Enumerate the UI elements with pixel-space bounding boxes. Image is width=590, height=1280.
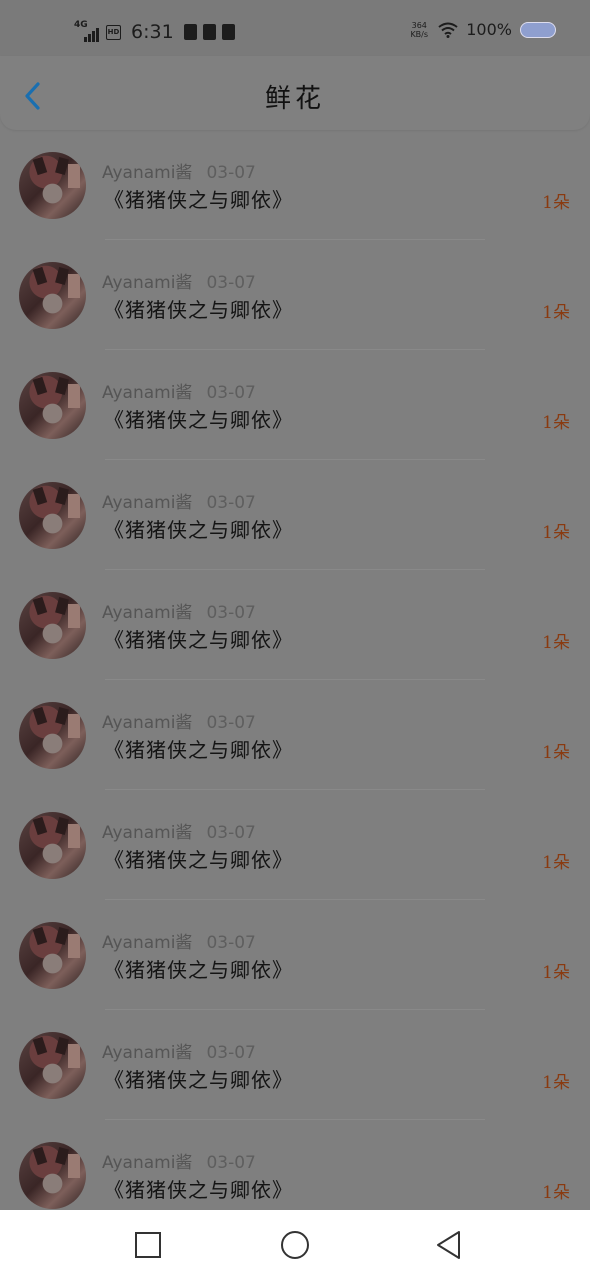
item-meta: Ayanami酱 03-07 (102, 598, 256, 623)
list-item[interactable]: Ayanami酱 03-07 《猪猪侠之与卿依》 1朵 (0, 350, 590, 460)
flower-count: 1朵 (542, 743, 570, 763)
username: Ayanami酱 (102, 383, 193, 403)
recent-apps-button[interactable] (133, 1230, 163, 1260)
list-item[interactable]: Ayanami酱 03-07 《猪猪侠之与卿依》 1朵 (0, 1010, 590, 1120)
item-date: 03-07 (206, 603, 256, 623)
list-item[interactable]: Ayanami酱 03-07 《猪猪侠之与卿依》 1朵 (0, 900, 590, 1010)
battery-percent: 100% (466, 20, 512, 39)
item-date: 03-07 (206, 163, 256, 183)
username: Ayanami酱 (102, 493, 193, 513)
username: Ayanami酱 (102, 603, 193, 623)
avatar[interactable] (19, 592, 86, 659)
flower-list: Ayanami酱 03-07 《猪猪侠之与卿依》 1朵 Ayanami酱 03-07 《猪猪… (0, 130, 590, 1230)
network-speed: 364 KB/s (408, 21, 430, 39)
avatar[interactable] (19, 262, 86, 329)
flower-count: 1朵 (542, 853, 570, 873)
book-title[interactable]: 《猪猪侠之与卿依》 (104, 514, 293, 543)
flower-count: 1朵 (542, 523, 570, 543)
book-title[interactable]: 《猪猪侠之与卿依》 (104, 1064, 293, 1093)
item-date: 03-07 (206, 383, 256, 403)
flower-count: 1朵 (542, 633, 570, 653)
circle-icon (281, 1231, 309, 1259)
square-icon (135, 1232, 161, 1258)
item-date: 03-07 (206, 493, 256, 513)
avatar[interactable] (19, 1142, 86, 1209)
item-meta: Ayanami酱 03-07 (102, 268, 256, 293)
item-date: 03-07 (206, 1153, 256, 1173)
flower-count: 1朵 (542, 193, 570, 213)
wifi-icon (438, 22, 458, 38)
book-title[interactable]: 《猪猪侠之与卿依》 (104, 954, 293, 983)
username: Ayanami酱 (102, 823, 193, 843)
list-item[interactable]: Ayanami酱 03-07 《猪猪侠之与卿依》 1朵 (0, 460, 590, 570)
avatar[interactable] (19, 702, 86, 769)
username: Ayanami酱 (102, 1043, 193, 1063)
flower-count: 1朵 (542, 413, 570, 433)
username: Ayanami酱 (102, 713, 193, 733)
list-item[interactable]: Ayanami酱 03-07 《猪猪侠之与卿依》 1朵 (0, 680, 590, 790)
item-meta: Ayanami酱 03-07 (102, 158, 256, 183)
database-icon (221, 24, 235, 40)
list-item[interactable]: Ayanami酱 03-07 《猪猪侠之与卿依》 1朵 (0, 570, 590, 680)
signal-icon: 4G (74, 20, 100, 42)
avatar[interactable] (19, 1032, 86, 1099)
item-date: 03-07 (206, 933, 256, 953)
home-button[interactable] (280, 1230, 310, 1260)
avatar[interactable] (19, 922, 86, 989)
triangle-back-icon (437, 1231, 460, 1259)
battery-icon (520, 21, 556, 38)
item-meta: Ayanami酱 03-07 (102, 708, 256, 733)
back-nav-button[interactable] (434, 1230, 464, 1260)
book-title[interactable]: 《猪猪侠之与卿依》 (104, 294, 293, 323)
page-title: 鲜花 (264, 84, 325, 114)
book-title[interactable]: 《猪猪侠之与卿依》 (104, 404, 293, 433)
avatar[interactable] (19, 372, 86, 439)
username: Ayanami酱 (102, 933, 193, 953)
book-title[interactable]: 《猪猪侠之与卿依》 (104, 844, 293, 873)
item-date: 03-07 (206, 713, 256, 733)
book-title[interactable]: 《猪猪侠之与卿依》 (104, 1174, 293, 1203)
avatar[interactable] (19, 152, 86, 219)
notification-icon (183, 24, 197, 40)
avatar[interactable] (19, 482, 86, 549)
item-date: 03-07 (206, 823, 256, 843)
item-meta: Ayanami酱 03-07 (102, 1038, 256, 1063)
flower-count: 1朵 (542, 1073, 570, 1093)
item-meta: Ayanami酱 03-07 (102, 378, 256, 403)
list-item[interactable]: Ayanami酱 03-07 《猪猪侠之与卿依》 1朵 (0, 240, 590, 350)
username: Ayanami酱 (102, 273, 193, 293)
speed-value: 364 (411, 20, 427, 30)
item-meta: Ayanami酱 03-07 (102, 818, 256, 843)
item-date: 03-07 (206, 1043, 256, 1063)
book-title[interactable]: 《猪猪侠之与卿依》 (104, 184, 293, 213)
network-label: 4G (74, 20, 88, 30)
book-title[interactable]: 《猪猪侠之与卿依》 (104, 734, 293, 763)
username: Ayanami酱 (102, 1153, 193, 1173)
speed-unit: KB/s (410, 29, 429, 39)
item-meta: Ayanami酱 03-07 (102, 928, 256, 953)
item-meta: Ayanami酱 03-07 (102, 488, 256, 513)
flower-count: 1朵 (542, 963, 570, 983)
avatar[interactable] (19, 812, 86, 879)
flower-count: 1朵 (542, 1183, 570, 1203)
list-item[interactable]: Ayanami酱 03-07 《猪猪侠之与卿依》 1朵 (0, 130, 590, 240)
top-bar: 鲜花 (0, 56, 590, 130)
hd-icon: HD (106, 24, 121, 40)
system-nav-bar (0, 1210, 590, 1280)
item-date: 03-07 (206, 273, 256, 293)
list-item[interactable]: Ayanami酱 03-07 《猪猪侠之与卿依》 1朵 (0, 790, 590, 900)
item-meta: Ayanami酱 03-07 (102, 1148, 256, 1173)
status-bar: 4G HD 6:31 364 KB/s 100% (0, 0, 590, 56)
flower-count: 1朵 (542, 303, 570, 323)
book-title[interactable]: 《猪猪侠之与卿依》 (104, 624, 293, 653)
status-right: 364 KB/s 100% (408, 20, 556, 39)
status-left: 4G HD 6:31 (74, 18, 235, 46)
clock: 6:31 (131, 21, 174, 43)
username: Ayanami酱 (102, 163, 193, 183)
mail-icon (202, 24, 216, 40)
